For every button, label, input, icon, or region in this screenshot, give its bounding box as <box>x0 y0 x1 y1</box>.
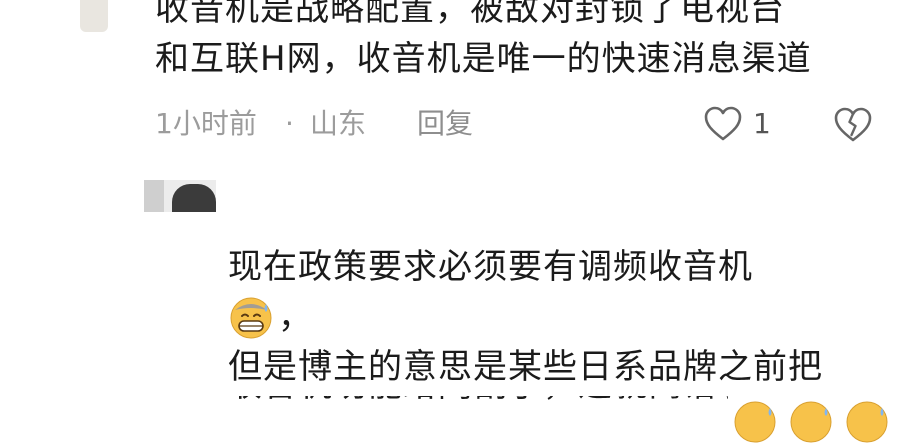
meta-separator: · <box>285 107 294 140</box>
emoji-comma: ， <box>278 297 313 337</box>
broken-heart-icon <box>834 107 872 142</box>
avatar-part <box>172 184 216 212</box>
reply-body: 现在政策要求必须要有调频收音机 ， 但是博主的意思是某些日系品牌之前把 <box>228 242 898 392</box>
comment-line: 和互联H网，收音机是唯一的快速消息渠道 <box>155 39 812 79</box>
grinning-sweat-emoji-icon <box>734 401 776 443</box>
like-count: 1 <box>753 107 771 140</box>
comment-line: 收音机是战略配置，被敌对封锁了电视台 <box>155 0 785 29</box>
reply-button[interactable]: 回复 <box>417 106 473 142</box>
heart-outline-icon <box>704 106 742 141</box>
grinning-sweat-emoji-icon <box>230 297 272 339</box>
reply-line-cut: 收音机功能给阉割了，这就离谱了 <box>228 396 728 410</box>
comment-time: 1小时前 <box>155 107 257 140</box>
comment-location: 山东 <box>310 107 367 140</box>
comment-meta-row: 1小时前 · 山东 回复 1 <box>155 106 895 142</box>
dislike-button[interactable] <box>833 106 873 144</box>
grinning-sweat-emoji-icon <box>846 401 888 443</box>
like-button[interactable]: 1 <box>703 106 771 142</box>
avatar-part <box>144 180 164 212</box>
trailing-emojis <box>732 398 890 444</box>
commenter-avatar[interactable] <box>80 0 108 32</box>
emoji-row: ， <box>228 292 898 342</box>
reply-line: 现在政策要求必须要有调频收音机 <box>228 247 753 287</box>
reply-line: 但是博主的意思是某些日系品牌之前把 <box>228 347 823 387</box>
reply-line: 收音机功能给阉割了，这就离谱了 <box>228 396 728 410</box>
grinning-sweat-emoji-icon <box>790 401 832 443</box>
comment-body: 收音机是战略配置，被敌对封锁了电视台 和互联H网，收音机是唯一的快速消息渠道 <box>155 0 895 84</box>
reply-avatar[interactable] <box>144 180 216 212</box>
